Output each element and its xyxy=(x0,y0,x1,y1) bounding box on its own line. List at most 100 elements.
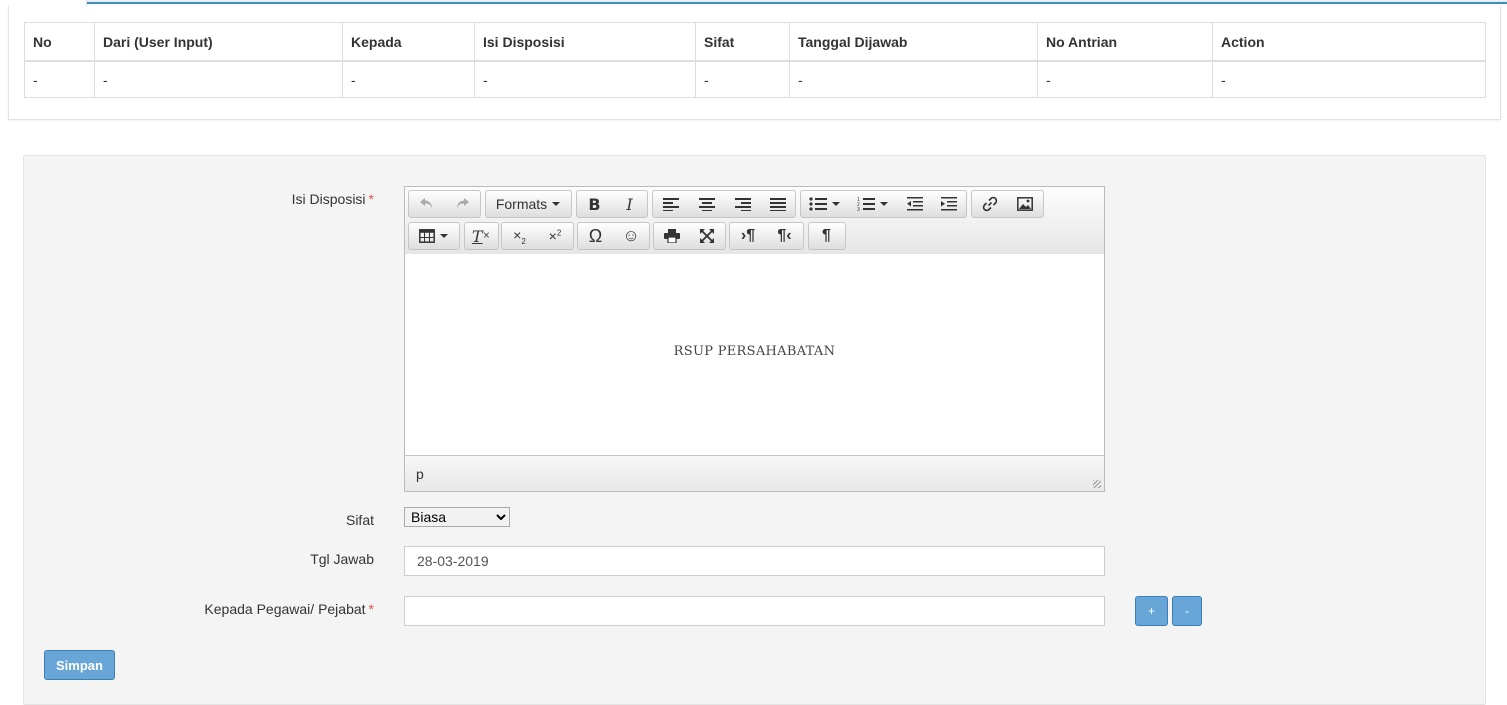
align-left-button[interactable] xyxy=(653,191,689,217)
kepada-input[interactable] xyxy=(404,596,1105,626)
italic-icon: I xyxy=(626,194,633,214)
chevron-down-icon xyxy=(880,202,888,206)
print-icon xyxy=(663,229,680,243)
editor-content-area[interactable]: RSUP PERSAHABATAN xyxy=(405,254,1104,455)
clear-formatting-x-icon: × xyxy=(482,231,491,241)
simpan-button[interactable]: Simpan xyxy=(44,650,115,680)
table-cell: - xyxy=(789,60,1038,98)
editor-statusbar: p xyxy=(405,455,1104,491)
svg-text:3: 3 xyxy=(857,207,860,211)
align-group xyxy=(652,190,796,218)
sifat-select[interactable]: Biasa xyxy=(404,507,510,527)
remove-pegawai-button[interactable]: - xyxy=(1172,596,1202,626)
table-cell: - xyxy=(94,60,343,98)
view-group xyxy=(653,222,726,250)
italic-button[interactable]: I xyxy=(613,191,647,217)
indent-button[interactable] xyxy=(933,191,966,217)
sifat-label-row: Sifat xyxy=(0,512,374,532)
required-marker: * xyxy=(368,191,374,207)
bold-button[interactable]: B xyxy=(577,191,613,217)
table-cell: - xyxy=(342,60,475,98)
bullet-list-icon xyxy=(809,197,827,211)
table-cell: - xyxy=(1212,60,1486,98)
show-invisibles-button[interactable]: ¶ xyxy=(809,223,845,249)
col-tanggal-header: Tanggal Dijawab xyxy=(789,22,1038,62)
formats-button[interactable]: Formats xyxy=(486,191,571,217)
table-cell: - xyxy=(24,60,95,98)
outdent-icon xyxy=(906,197,923,211)
image-icon xyxy=(1017,197,1033,211)
isi-disposisi-label-row: Isi Disposisi * xyxy=(0,191,374,211)
ltr-icon: ›¶ xyxy=(740,227,756,244)
bullet-list-button[interactable] xyxy=(801,191,849,217)
col-isi-header: Isi Disposisi xyxy=(474,22,696,62)
formats-dropdown[interactable]: Formats xyxy=(485,190,572,218)
omega-icon: Ω xyxy=(588,225,603,246)
indent-icon xyxy=(941,197,957,211)
link-button[interactable] xyxy=(972,191,1008,217)
undo-redo-group xyxy=(408,190,481,218)
align-center-button[interactable] xyxy=(689,191,725,217)
print-button[interactable] xyxy=(654,223,690,249)
kepada-label: Kepada Pegawai/ Pejabat * xyxy=(204,601,374,617)
outdent-button[interactable] xyxy=(897,191,933,217)
text-style-group: B I xyxy=(576,190,648,218)
col-kepada-header: Kepada xyxy=(342,22,475,62)
rtl-icon: ¶‹ xyxy=(777,227,792,244)
superscript-button[interactable]: ×2 xyxy=(538,223,573,249)
subscript-button[interactable]: ×2 xyxy=(502,223,538,249)
redo-button[interactable] xyxy=(445,191,480,217)
fullscreen-icon xyxy=(700,229,714,243)
col-dari-header: Dari (User Input) xyxy=(94,22,343,62)
tgl-jawab-label-row: Tgl Jawab xyxy=(0,551,374,571)
chevron-down-icon xyxy=(552,202,561,206)
redo-icon xyxy=(457,198,469,209)
clear-format-group: T × xyxy=(464,222,499,250)
top-accent-line xyxy=(0,0,1507,4)
resize-handle[interactable] xyxy=(1093,480,1101,488)
rich-text-editor: Formats B I 123 T × ×2 ×2 Ω ☺ ›¶ ¶‹ ¶ RS… xyxy=(404,186,1105,492)
pilcrow-icon: ¶ xyxy=(822,227,831,244)
align-center-icon xyxy=(698,198,715,211)
required-marker: * xyxy=(368,601,374,617)
col-action-header: Action xyxy=(1212,22,1486,62)
col-sifat-header: Sifat xyxy=(695,22,790,62)
formats-label: Formats xyxy=(495,196,548,212)
numbered-list-button[interactable]: 123 xyxy=(849,191,897,217)
rtl-button[interactable]: ¶‹ xyxy=(767,223,803,249)
emoticons-button[interactable]: ☺ xyxy=(614,223,649,249)
insert-group xyxy=(971,190,1044,218)
chevron-down-icon xyxy=(440,234,448,238)
chevron-down-icon xyxy=(832,202,840,206)
image-button[interactable] xyxy=(1008,191,1043,217)
disposisi-table: No Dari (User Input) Kepada Isi Disposis… xyxy=(24,22,1486,98)
table-button[interactable] xyxy=(409,223,459,249)
col-antrian-header: No Antrian xyxy=(1037,22,1213,62)
align-right-icon xyxy=(734,198,751,211)
undo-icon xyxy=(419,198,432,209)
tgl-jawab-input[interactable] xyxy=(404,546,1105,576)
clear-formatting-button[interactable]: T × xyxy=(465,223,498,249)
ltr-button[interactable]: ›¶ xyxy=(730,223,767,249)
align-justify-button[interactable] xyxy=(761,191,795,217)
visualchars-group: ¶ xyxy=(808,222,846,250)
add-pegawai-button[interactable]: + xyxy=(1135,596,1168,626)
table-dropdown[interactable] xyxy=(408,222,460,250)
fullscreen-button[interactable] xyxy=(690,223,725,249)
kepada-label-row: Kepada Pegawai/ Pejabat * xyxy=(0,601,374,621)
align-right-button[interactable] xyxy=(725,191,761,217)
undo-button[interactable] xyxy=(409,191,445,217)
editor-toolbar: Formats B I 123 T × ×2 ×2 Ω ☺ ›¶ ¶‹ ¶ xyxy=(405,187,1104,255)
element-path[interactable]: p xyxy=(416,466,424,482)
script-group: ×2 ×2 xyxy=(501,222,574,250)
table-icon xyxy=(419,229,435,243)
special-char-button[interactable]: Ω xyxy=(578,223,614,249)
editor-content-text: RSUP PERSAHABATAN xyxy=(673,344,836,359)
subscript-icon: ×2 xyxy=(513,226,526,246)
char-group: Ω ☺ xyxy=(577,222,650,250)
isi-disposisi-label: Isi Disposisi * xyxy=(291,191,374,207)
clear-formatting-icon: T xyxy=(471,226,483,246)
align-justify-icon xyxy=(769,198,786,211)
table-row: - - - - - - - - xyxy=(24,60,1486,98)
align-left-icon xyxy=(662,198,679,211)
